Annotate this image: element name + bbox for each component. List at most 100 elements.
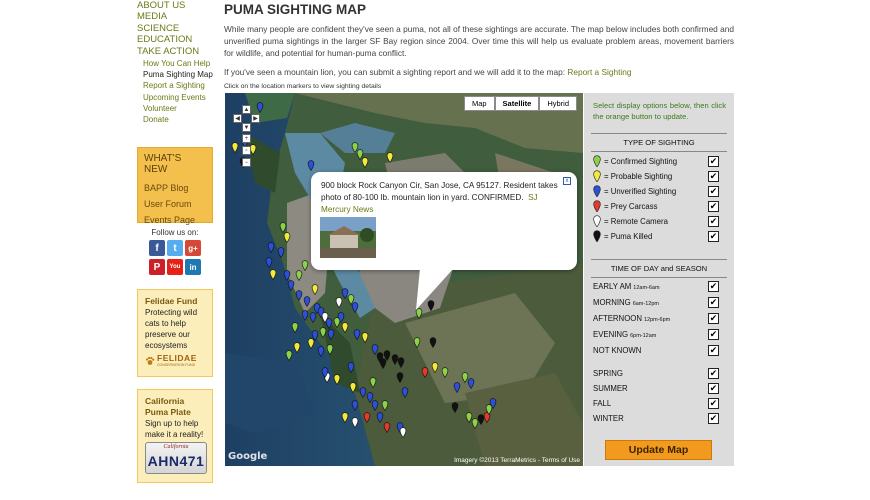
sighting-marker[interactable] xyxy=(285,350,293,362)
sighting-marker[interactable] xyxy=(361,157,369,169)
map-credits[interactable]: Imagery ©2013 TerraMetrics - Terms of Us… xyxy=(454,457,580,464)
sighting-marker[interactable] xyxy=(396,372,404,384)
twitter-icon[interactable]: t xyxy=(167,240,183,256)
sighting-marker[interactable] xyxy=(431,362,439,374)
sighting-marker[interactable] xyxy=(461,372,469,384)
pan-right-icon[interactable]: ▶ xyxy=(251,114,260,123)
sighting-marker[interactable] xyxy=(376,412,384,424)
sighting-marker[interactable] xyxy=(379,358,387,370)
sighting-marker[interactable] xyxy=(301,260,309,272)
sighting-marker[interactable] xyxy=(279,222,287,234)
sighting-photo[interactable] xyxy=(320,217,376,258)
sighting-marker[interactable] xyxy=(371,344,379,356)
sighting-type-checkbox[interactable]: ✔ xyxy=(708,185,719,197)
season-checkbox[interactable]: ✔ xyxy=(708,382,719,394)
sighting-marker[interactable] xyxy=(349,382,357,394)
nav-education[interactable]: EDUCATION xyxy=(137,34,213,45)
time-of-day-checkbox[interactable]: ✔ xyxy=(708,312,719,324)
sighting-marker[interactable] xyxy=(421,367,429,379)
time-of-day-checkbox[interactable]: ✔ xyxy=(708,280,719,292)
sighting-marker[interactable] xyxy=(361,332,369,344)
sighting-type-checkbox[interactable]: ✔ xyxy=(708,230,719,242)
sighting-marker[interactable] xyxy=(256,102,264,114)
sighting-marker[interactable] xyxy=(231,142,239,154)
subnav-puma-sighting-map[interactable]: Puma Sighting Map xyxy=(143,69,213,80)
user-forum-link[interactable]: User Forum xyxy=(144,196,206,212)
zoom-out-button[interactable]: − xyxy=(242,158,251,167)
update-map-button[interactable]: Update Map xyxy=(605,440,712,460)
sighting-marker[interactable] xyxy=(397,357,405,369)
pan-up-icon[interactable]: ▲ xyxy=(242,105,251,114)
sighting-marker[interactable] xyxy=(347,362,355,374)
sighting-marker[interactable] xyxy=(441,367,449,379)
sighting-marker[interactable] xyxy=(467,378,475,390)
close-icon[interactable]: x xyxy=(563,177,571,185)
sighting-marker[interactable] xyxy=(283,270,291,282)
facebook-icon[interactable]: f xyxy=(149,240,165,256)
map-type-satellite[interactable]: Satellite xyxy=(494,96,540,111)
sighting-marker[interactable] xyxy=(351,417,359,429)
time-of-day-checkbox[interactable]: ✔ xyxy=(708,296,719,308)
events-page-link[interactable]: Events Page xyxy=(144,212,206,228)
sighting-marker[interactable] xyxy=(326,344,334,356)
sighting-marker[interactable] xyxy=(391,354,399,366)
season-checkbox[interactable]: ✔ xyxy=(708,397,719,409)
sighting-marker[interactable] xyxy=(451,402,459,414)
sighting-marker[interactable] xyxy=(471,418,479,430)
sighting-marker[interactable] xyxy=(287,280,295,292)
sighting-marker[interactable] xyxy=(369,377,377,389)
sighting-marker[interactable] xyxy=(366,392,374,404)
sighting-marker[interactable] xyxy=(319,327,327,339)
sighting-marker[interactable] xyxy=(341,412,349,424)
sighting-marker[interactable] xyxy=(301,310,309,322)
sighting-marker[interactable] xyxy=(351,400,359,412)
sighting-marker[interactable] xyxy=(335,297,343,309)
sighting-marker[interactable] xyxy=(327,329,335,341)
linkedin-icon[interactable]: in xyxy=(185,259,201,275)
pan-left-icon[interactable]: ◀ xyxy=(233,114,242,123)
bapp-blog-link[interactable]: BAPP Blog xyxy=(144,180,206,196)
sighting-type-checkbox[interactable]: ✔ xyxy=(708,200,719,212)
sighting-marker[interactable] xyxy=(293,342,301,354)
puma-plate-box[interactable]: California Puma Plate Sign up to help ma… xyxy=(137,389,213,483)
sighting-marker[interactable] xyxy=(269,269,277,281)
subnav-volunteer[interactable]: Volunteer xyxy=(143,103,213,114)
sighting-marker[interactable] xyxy=(311,284,319,296)
sighting-type-checkbox[interactable]: ✔ xyxy=(708,215,719,227)
sighting-type-checkbox[interactable]: ✔ xyxy=(708,170,719,182)
nav-take-action[interactable]: TAKE ACTION xyxy=(137,46,213,57)
sighting-marker[interactable] xyxy=(309,312,317,324)
sighting-marker[interactable] xyxy=(363,412,371,424)
sighting-marker[interactable] xyxy=(413,337,421,349)
sighting-marker[interactable] xyxy=(477,414,485,426)
sighting-marker[interactable] xyxy=(295,290,303,302)
sighting-marker[interactable] xyxy=(341,322,349,334)
sighting-marker[interactable] xyxy=(371,400,379,412)
season-checkbox[interactable]: ✔ xyxy=(708,412,719,424)
sighting-type-checkbox[interactable]: ✔ xyxy=(708,155,719,167)
map-type-map[interactable]: Map xyxy=(463,96,495,111)
sighting-marker[interactable] xyxy=(351,302,359,314)
time-of-day-checkbox[interactable]: ✔ xyxy=(708,328,719,340)
sighting-marker[interactable] xyxy=(291,322,299,334)
subnav-upcoming-events[interactable]: Upcoming Events xyxy=(143,92,213,103)
sighting-marker[interactable] xyxy=(333,374,341,386)
sighting-marker[interactable] xyxy=(307,160,315,172)
sighting-marker[interactable] xyxy=(303,296,311,308)
sighting-marker[interactable] xyxy=(429,337,437,349)
sighting-marker[interactable] xyxy=(295,270,303,282)
sighting-marker[interactable] xyxy=(317,346,325,358)
subnav-donate[interactable]: Donate xyxy=(143,114,213,125)
sighting-marker[interactable] xyxy=(465,412,473,424)
google-plus-icon[interactable]: g+ xyxy=(185,240,201,256)
subnav-report-a-sighting[interactable]: Report a Sighting xyxy=(143,80,213,91)
sighting-marker[interactable] xyxy=(453,382,461,394)
sighting-marker[interactable] xyxy=(277,247,285,259)
felidae-fund-box[interactable]: Felidae Fund Protecting wild cats to hel… xyxy=(137,289,213,377)
sighting-marker[interactable] xyxy=(356,149,364,161)
sighting-marker[interactable] xyxy=(267,242,275,254)
sighting-marker[interactable] xyxy=(399,427,407,439)
nav-science[interactable]: SCIENCE xyxy=(137,23,213,34)
pinterest-icon[interactable]: P xyxy=(149,259,165,275)
map-type-hybrid[interactable]: Hybrid xyxy=(539,96,577,111)
